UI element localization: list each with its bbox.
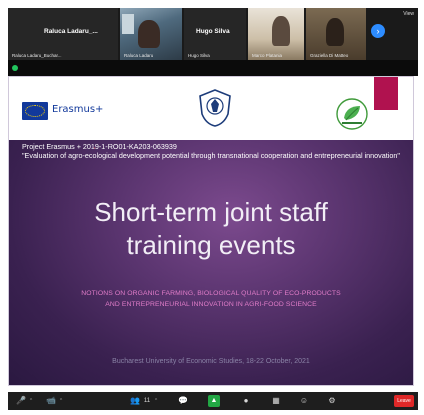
participant-caption: Graziella Di Matteo	[310, 53, 349, 58]
annotation-mark: •	[94, 145, 96, 150]
participant-tile[interactable]: Hugo Silva Hugo Silva	[184, 8, 246, 60]
participant-name-large: Raluca Ladaru_...	[44, 28, 98, 35]
chat-icon[interactable]: 💬	[176, 395, 190, 407]
erasmus-logo: Erasmus+	[22, 102, 104, 120]
slide-headline-line-2: training events	[126, 230, 296, 260]
participant-caption: Marco Platania	[252, 53, 283, 58]
eco-leaf-logo-icon	[336, 98, 368, 130]
video-band	[8, 60, 418, 76]
meeting-toolbar: 🎤 ^ 📹 ^ 👥 11 ^ 💬 ▲ ● ▦ ☺ ⚙ Leave	[8, 392, 418, 410]
participant-video	[138, 20, 160, 48]
share-screen-button[interactable]: ▲	[208, 395, 220, 407]
slide-accent-block	[374, 76, 398, 110]
apps-icon[interactable]: ▦	[270, 395, 282, 407]
participant-name-large: Hugo Silva	[196, 28, 230, 35]
more-options-icon[interactable]: ⚙	[326, 395, 338, 407]
erasmus-label: Erasmus+	[52, 104, 104, 115]
participant-video	[272, 16, 290, 46]
participants-count: 11	[143, 398, 151, 404]
participant-tile[interactable]: Marco Platania	[248, 8, 304, 60]
microphone-icon[interactable]: 🎤	[14, 395, 28, 407]
participant-video-detail	[122, 14, 134, 34]
participant-caption: Raluca Ladaru	[124, 53, 154, 58]
chevron-right-icon[interactable]: ›	[371, 24, 385, 38]
eu-flag-icon	[22, 102, 48, 120]
view-button[interactable]: View	[403, 11, 414, 17]
participant-tile[interactable]: Raluca Ladaru_... Raluca Ladaru_Buchar..…	[8, 8, 118, 60]
participant-tile[interactable]: Raluca Ladaru	[120, 8, 182, 60]
leave-button[interactable]: Leave	[394, 395, 414, 407]
record-icon[interactable]: ●	[240, 395, 252, 407]
university-crest-icon	[199, 89, 231, 127]
video-options-chevron-icon[interactable]: ^	[58, 395, 64, 407]
project-title-text: "Evaluation of agro-ecological developme…	[22, 151, 400, 160]
zoom-meeting-window: Raluca Ladaru_... Raluca Ladaru_Buchar..…	[0, 0, 424, 415]
project-code-text: Project Erasmus + 2019-1-RO01-KA203-0639…	[22, 142, 177, 151]
reactions-icon[interactable]: ☺	[298, 395, 310, 407]
participant-tile[interactable]: Graziella Di Matteo	[306, 8, 366, 60]
mic-options-chevron-icon[interactable]: ^	[28, 395, 34, 407]
participant-strip: Raluca Ladaru_... Raluca Ladaru_Buchar..…	[8, 8, 418, 60]
slide-subtitle-line-1: NOTIONS ON ORGANIC FARMING, BIOLOGICAL Q…	[81, 290, 341, 297]
slide-subtitle: NOTIONS ON ORGANIC FARMING, BIOLOGICAL Q…	[38, 288, 384, 310]
participants-icon[interactable]: 👥	[128, 395, 142, 407]
participant-caption: Raluca Ladaru_Buchar...	[12, 53, 62, 58]
video-camera-icon[interactable]: 📹	[44, 395, 58, 407]
slide-headline-line-1: Short-term joint staff	[94, 197, 328, 227]
participants-chevron-icon[interactable]: ^	[153, 395, 159, 407]
slide-footer: Bucharest University of Economic Studies…	[112, 358, 310, 365]
shared-screen-slide: Erasmus+ Project Erasmus + 2019-1-RO01-K…	[8, 76, 414, 386]
participant-caption: Hugo Silva	[188, 53, 210, 58]
slide-headline: Short-term joint staff training events	[8, 196, 414, 262]
participant-video	[326, 18, 344, 46]
slide-subtitle-line-2: AND ENTREPRENEURIAL INNOVATION IN AGRI-F…	[105, 301, 317, 308]
shield-icon	[12, 65, 18, 71]
